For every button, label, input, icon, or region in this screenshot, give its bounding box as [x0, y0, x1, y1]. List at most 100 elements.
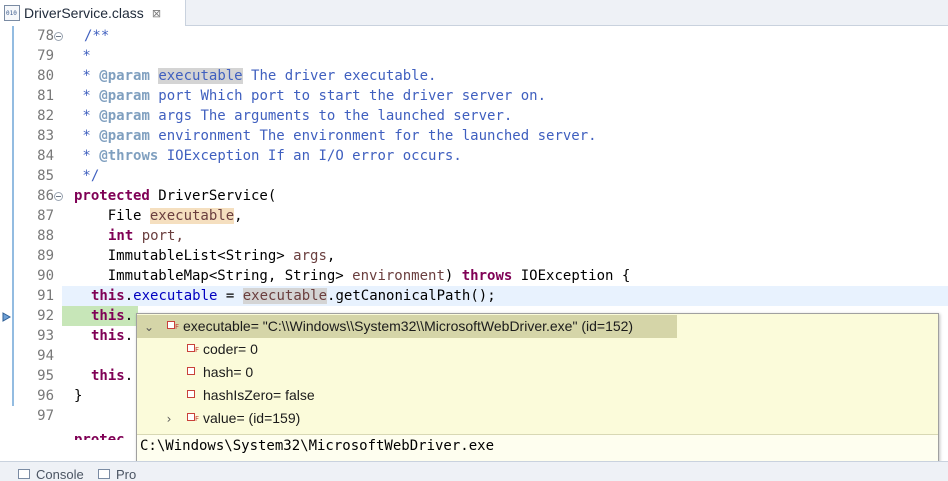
code-line: 90 ImmutableMap<String, String> environm…	[0, 266, 948, 286]
tree-node-hashiszero[interactable]: hashIsZero= false	[137, 384, 537, 407]
code-token: =	[217, 288, 243, 304]
tree-node-label: coder= 0	[203, 341, 258, 357]
line-number: 86	[37, 188, 54, 204]
code-token: IOException If an I/O error occurs.	[158, 148, 462, 164]
code-text: protected DriverService(	[74, 186, 276, 206]
code-text: * @param port Which port to start the dr…	[74, 86, 546, 106]
tree-node-value[interactable]: › value= (id=159)	[137, 407, 537, 431]
line-number: 92	[37, 308, 54, 324]
value-detail-text: C:\Windows\System32\MicrosoftWebDriver.e…	[140, 438, 495, 454]
partial-code-line: protec	[74, 430, 125, 440]
code-line: 79 *	[0, 46, 948, 66]
code-text: * @throws IOException If an I/O error oc…	[74, 146, 462, 166]
code-token: args	[293, 248, 327, 264]
tab-problems[interactable]: Pro	[98, 466, 136, 481]
tree-node-hash[interactable]: hash= 0	[137, 361, 537, 384]
code-line: 87 File executable,	[0, 206, 948, 226]
code-line: 80 * @param executable The driver execut…	[0, 66, 948, 86]
code-token: DriverService(	[149, 188, 277, 204]
variable-tree[interactable]: ⌄ executable= "C:\\Windows\\System32\\Mi…	[137, 314, 938, 432]
line-number: 95	[37, 368, 54, 384]
code-token: args The arguments to the launched serve…	[149, 108, 513, 124]
line-number: 85	[37, 168, 54, 184]
console-icon	[18, 469, 30, 479]
javadoc-tag: @param	[99, 128, 150, 144]
final-field-icon	[187, 408, 199, 431]
code-token: ,	[326, 248, 336, 264]
code-token: *	[74, 148, 100, 164]
close-tab-icon[interactable]: ⊠	[152, 7, 161, 20]
tree-node-executable[interactable]: ⌄ executable= "C:\\Windows\\System32\\Mi…	[137, 315, 677, 339]
field-icon	[187, 367, 195, 375]
code-line: 81 * @param port Which port to start the…	[0, 86, 948, 106]
code-text: * @param args The arguments to the launc…	[74, 106, 512, 126]
variable-inspect-popup[interactable]: ⌄ executable= "C:\\Windows\\System32\\Mi…	[136, 313, 939, 481]
code-text: File executable,	[74, 206, 243, 226]
code-text: ImmutableList<String> args,	[74, 246, 336, 266]
code-token: ImmutableList<String>	[74, 248, 294, 264]
line-number: 97	[37, 408, 54, 424]
final-field-icon	[167, 316, 179, 339]
code-token: *	[74, 128, 100, 144]
code-token: environment The environment for the laun…	[149, 128, 597, 144]
code-text: this.	[91, 306, 133, 326]
line-number: 96	[37, 388, 54, 404]
code-token: File	[74, 208, 150, 224]
tab-console[interactable]: Console	[18, 466, 84, 481]
javadoc-tag: @param	[99, 88, 150, 104]
javadoc-tag: @param	[99, 108, 150, 124]
line-number: 88	[37, 228, 54, 244]
code-token: port,	[133, 228, 184, 244]
javadoc-tag: @param	[99, 68, 150, 84]
code-token: *	[74, 108, 100, 124]
code-text: /**	[84, 28, 110, 44]
code-text: this.executable = executable.getCanonica…	[91, 286, 496, 306]
javadoc-tag: @throws	[99, 148, 159, 164]
tab-driverservice-class[interactable]: DriverService.class ⊠	[0, 0, 186, 26]
code-token: .	[124, 308, 134, 324]
tab-label: Console	[36, 466, 84, 481]
field-icon	[187, 390, 195, 398]
chevron-right-icon[interactable]: ›	[163, 413, 175, 425]
code-token: .getCanonicalPath();	[327, 288, 496, 304]
code-line: 86 protected DriverService(	[0, 186, 948, 206]
editor-tab-bar: DriverService.class ⊠	[0, 0, 948, 26]
keyword: this	[91, 308, 125, 324]
bottom-panel-tabs: Console Pro	[0, 461, 948, 481]
line-number: 90	[37, 268, 54, 284]
line-number: 82	[37, 108, 54, 124]
keyword: protected	[74, 188, 150, 204]
line-number: 81	[37, 88, 54, 104]
code-token: ImmutableMap<String, String>	[74, 268, 353, 284]
tree-node-coder[interactable]: coder= 0	[137, 338, 537, 362]
fold-collapse-icon[interactable]	[54, 32, 63, 41]
tab-label: Pro	[116, 466, 137, 481]
tab-title: DriverService.class	[24, 5, 144, 21]
line-number: 87	[37, 208, 54, 224]
line-number: 79	[37, 48, 54, 64]
code-text: *	[74, 48, 91, 64]
tree-node-label: value= (id=159)	[203, 410, 301, 426]
code-token: *	[74, 68, 100, 84]
code-text: this.	[91, 326, 133, 346]
code-text: }	[74, 388, 83, 404]
code-line: 82 * @param args The arguments to the la…	[0, 106, 948, 126]
chevron-down-icon[interactable]: ⌄	[143, 321, 155, 333]
line-number: 94	[37, 348, 54, 364]
code-text: ImmutableMap<String, String> environment…	[74, 266, 631, 286]
final-field-icon	[187, 339, 199, 362]
code-token: environment	[352, 268, 445, 284]
problems-icon	[98, 469, 110, 479]
keyword: this	[91, 288, 125, 304]
code-line: 78 /**	[0, 26, 948, 46]
line-number: 80	[37, 68, 54, 84]
code-token: )	[444, 268, 462, 284]
line-number: 83	[37, 128, 54, 144]
code-token: ,	[234, 208, 243, 224]
keyword: protec	[74, 432, 125, 440]
class-file-icon	[4, 5, 20, 21]
line-number: 84	[37, 148, 54, 164]
hovered-variable[interactable]: executable	[242, 288, 328, 304]
code-line: 91 this.executable = executable.getCanon…	[0, 286, 948, 306]
fold-collapse-icon[interactable]	[54, 192, 63, 201]
